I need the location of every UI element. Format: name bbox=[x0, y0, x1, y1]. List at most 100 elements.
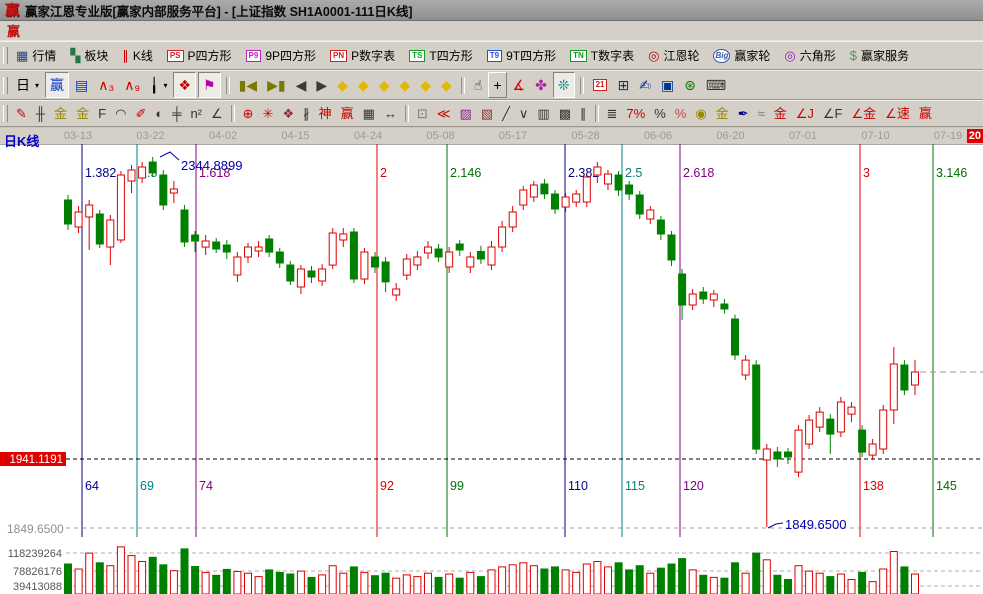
expand-all-diamond[interactable]: ◆ bbox=[437, 73, 456, 97]
number-grid-tool[interactable]: ▦ bbox=[359, 102, 379, 126]
smart-analysis-toggle[interactable]: ❊ bbox=[553, 72, 575, 98]
ink-pen-tool[interactable]: ✒ bbox=[734, 102, 753, 126]
cycle-circle-tool[interactable]: ◐ bbox=[151, 102, 167, 126]
crosshair-tool[interactable]: + bbox=[488, 72, 506, 98]
winner-view-toggle[interactable]: 赢 bbox=[45, 72, 69, 98]
next-page-button[interactable]: ▶ bbox=[312, 73, 331, 97]
wave-3-button[interactable]: ∧₃ bbox=[94, 73, 118, 97]
menu-trade-order[interactable] bbox=[168, 30, 186, 32]
ying-edge-tool[interactable]: 赢 bbox=[915, 102, 936, 126]
zoom-left-diamond[interactable]: ◆ bbox=[333, 73, 352, 97]
ninep-square-button[interactable]: P9 9P四方形 bbox=[242, 44, 320, 68]
hexagon-button[interactable]: ◎ 六角形 bbox=[780, 44, 839, 68]
gann-line-tool[interactable]: ╫ bbox=[32, 102, 49, 126]
angle-template-tool[interactable]: ∠ bbox=[207, 102, 227, 126]
gann-wheel-button[interactable]: ◎ 江恩轮 bbox=[644, 44, 703, 68]
ruler-ticks-tool[interactable]: ╪ bbox=[168, 102, 185, 126]
grid-dense-tool[interactable]: ▩ bbox=[555, 102, 575, 126]
f-angle-tool[interactable]: ∠F bbox=[819, 102, 847, 126]
gold-grid-b-tool[interactable]: 金 bbox=[72, 102, 93, 126]
first-page-button[interactable]: ▮◀ bbox=[235, 73, 261, 97]
k-count-tool[interactable]: ∦ bbox=[299, 102, 314, 126]
zigzag-tool[interactable]: ∨ bbox=[515, 102, 533, 126]
fan-box-tool[interactable]: ▨ bbox=[455, 102, 475, 126]
toolbar-grip[interactable] bbox=[3, 105, 8, 122]
toolbar-grip[interactable] bbox=[3, 77, 8, 94]
web-sync-button[interactable]: ⊛ bbox=[680, 73, 700, 97]
menu-formula-stock-pick[interactable] bbox=[96, 30, 114, 32]
menu-browse[interactable] bbox=[42, 30, 60, 32]
compress-x-diamond[interactable]: ◆ bbox=[395, 73, 414, 97]
gold-grid-a-tool[interactable]: 金 bbox=[50, 102, 71, 126]
prev-page-button[interactable]: ◀ bbox=[292, 73, 311, 97]
n-square-tool[interactable]: n² bbox=[186, 102, 206, 126]
quotes-button[interactable]: ▦ 行情 bbox=[12, 44, 60, 68]
trend-line-tool[interactable]: ╱ bbox=[498, 102, 514, 126]
menu-settings[interactable] bbox=[114, 30, 132, 32]
shen-analysis-tool[interactable]: 神 bbox=[315, 102, 336, 126]
percent-tool[interactable]: % bbox=[650, 102, 670, 126]
title-bar[interactable]: 赢 赢家江恩专业版[赢家内部服务平台] - [上证指数 SH1A0001-111… bbox=[0, 0, 983, 21]
menu-help[interactable] bbox=[186, 30, 204, 32]
p-square-button[interactable]: PS P四方形 bbox=[163, 44, 236, 68]
last-page-button[interactable]: ▶▮ bbox=[263, 73, 289, 97]
box-region-tool[interactable]: ⊡ bbox=[413, 102, 432, 126]
calculator-button[interactable]: ⊞ bbox=[613, 73, 633, 97]
data-list-tool[interactable]: ≣ bbox=[603, 102, 622, 126]
f-grid-tool[interactable]: F bbox=[94, 102, 110, 126]
ying-analysis-tool[interactable]: 赢 bbox=[337, 102, 358, 126]
kline-button[interactable]: ∥ K线 bbox=[118, 44, 157, 68]
arc-tool[interactable]: ◠ bbox=[111, 102, 130, 126]
speed-angle-tool[interactable]: ∠速 bbox=[881, 102, 914, 126]
toolbar-grip[interactable] bbox=[3, 47, 8, 64]
wave-9-button[interactable]: ∧₉ bbox=[120, 73, 144, 97]
calendar-21-button[interactable]: 21 bbox=[589, 73, 612, 97]
parallel-lines-tool[interactable]: ∥ bbox=[576, 102, 591, 126]
fan-box2-tool[interactable]: ▧ bbox=[477, 102, 497, 126]
menu-tools[interactable] bbox=[132, 30, 150, 32]
marker-pen-tool[interactable]: ✐ bbox=[131, 102, 150, 126]
info-list-button[interactable]: ▤ bbox=[71, 73, 92, 97]
gann-wheel-grid-tool[interactable]: ❖ bbox=[278, 102, 298, 126]
gold-angle-tool[interactable]: ∠金 bbox=[848, 102, 881, 126]
menu-gann[interactable] bbox=[78, 30, 96, 32]
wave-a-tool[interactable]: ≈ bbox=[754, 102, 769, 126]
gold-circle-tool[interactable]: ◉ bbox=[691, 102, 710, 126]
pencil-tool[interactable]: ✎ bbox=[12, 102, 31, 126]
winner-service-button[interactable]: $ 赢家服务 bbox=[846, 44, 913, 68]
j-angle-tool[interactable]: ∠J bbox=[792, 102, 818, 126]
menu-news[interactable] bbox=[60, 30, 78, 32]
gann-shape-tool[interactable]: ✤ bbox=[531, 73, 551, 97]
circle-cross-tool[interactable]: ⊕ bbox=[239, 102, 258, 126]
t-square-button[interactable]: TS T四方形 bbox=[405, 44, 477, 68]
fan-lines-tool[interactable]: ≪ bbox=[433, 102, 455, 126]
width-measure-tool[interactable]: ↔ bbox=[380, 102, 401, 126]
grid-v-tool[interactable]: ▥ bbox=[533, 102, 553, 126]
percent-7-tool[interactable]: 7% bbox=[622, 102, 649, 126]
memo-notes-button[interactable]: ✍ bbox=[635, 73, 655, 97]
save-disk-button[interactable]: ▣ bbox=[657, 73, 678, 97]
ninet-square-button[interactable]: T9 9T四方形 bbox=[483, 44, 560, 68]
gold-mark-tool[interactable]: 金 bbox=[770, 102, 791, 126]
gold-line-tool[interactable]: 金 bbox=[712, 102, 733, 126]
menu-file[interactable] bbox=[24, 30, 42, 32]
volume-flag-toggle[interactable]: ⚑ bbox=[198, 72, 221, 98]
menu-window[interactable] bbox=[150, 30, 168, 32]
remote-computer-button[interactable]: ⌨ bbox=[702, 73, 730, 97]
percent-level-tool[interactable]: % bbox=[671, 102, 691, 126]
expand-h-diamond[interactable]: ◆ bbox=[375, 73, 394, 97]
winner-wheel-button[interactable]: Big 赢家轮 bbox=[709, 44, 774, 68]
zoom-base-diamond[interactable]: ◆ bbox=[354, 73, 373, 97]
p-number-table-button[interactable]: PN P数字表 bbox=[326, 44, 399, 68]
candle-style-dropdown[interactable]: ╽ bbox=[146, 73, 171, 97]
gann-wheel-small-tool[interactable]: ✳ bbox=[259, 102, 278, 126]
kline-chart[interactable]: 11823926478826176394130881.382641.5691.6… bbox=[0, 143, 983, 594]
hand-tool[interactable]: ☝ bbox=[470, 73, 487, 97]
child-window-icon[interactable]: 赢 bbox=[7, 21, 20, 40]
sectors-button[interactable]: ▚ 板块 bbox=[66, 44, 112, 68]
expand-plus-diamond[interactable]: ◆ bbox=[416, 73, 435, 97]
angle-measure-tool[interactable]: ∡ bbox=[509, 73, 530, 97]
period-day-dropdown[interactable]: 日 bbox=[12, 73, 43, 97]
pattern-grid-toggle[interactable]: ❖ bbox=[173, 72, 196, 98]
t-number-table-button[interactable]: TN T数字表 bbox=[566, 44, 638, 68]
